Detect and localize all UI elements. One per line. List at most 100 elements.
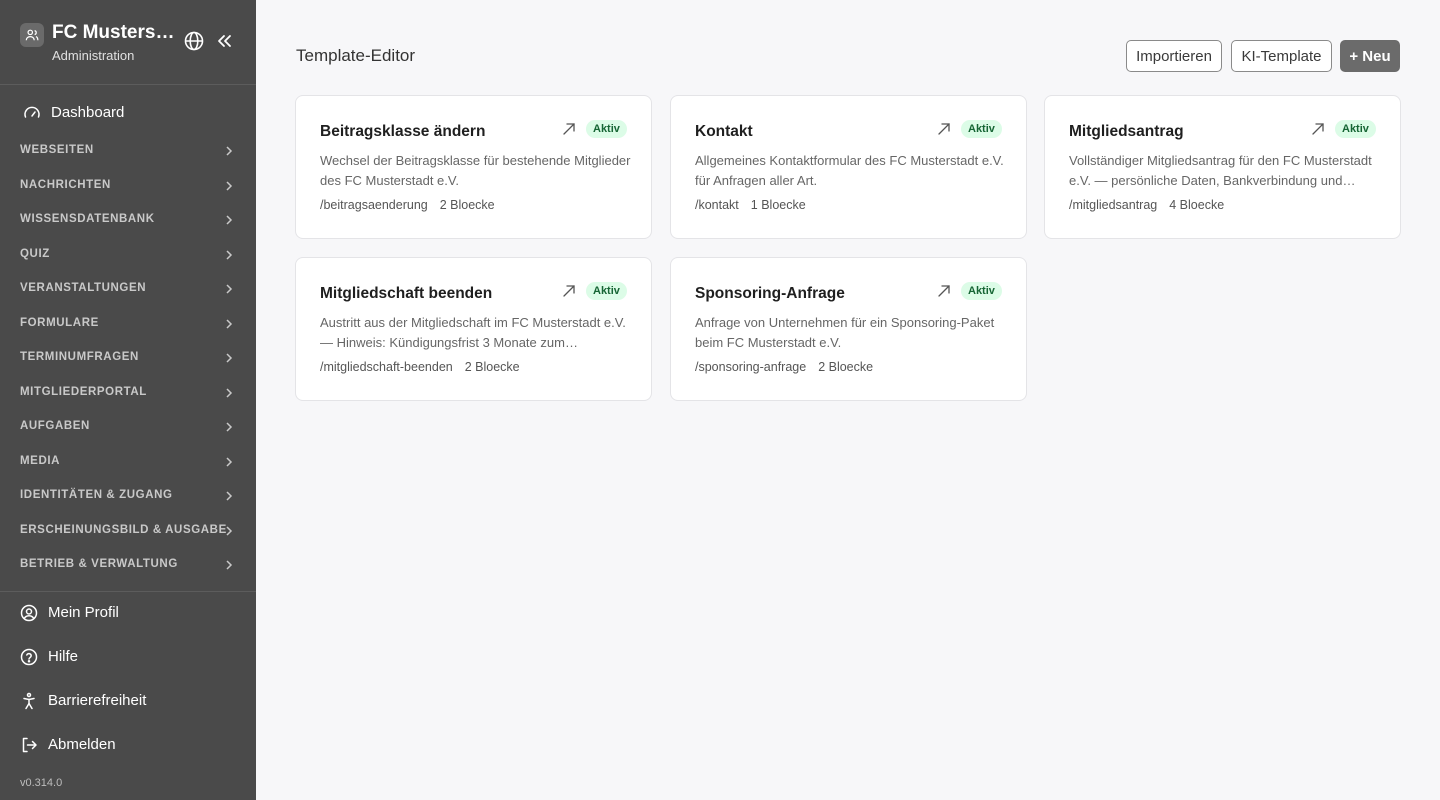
chevron-right-icon	[226, 457, 233, 467]
chevron-right-icon	[226, 422, 233, 432]
ai-template-button[interactable]: KI-Template	[1231, 40, 1332, 72]
nav-section-label: TERMINUMFRAGEN	[20, 351, 139, 363]
template-title: Beitragsklasse ändern	[320, 123, 486, 140]
nav-section-aufgaben[interactable]: AUFGABEN	[0, 412, 256, 442]
template-meta: /mitgliedschaft-beenden 2 Bloecke	[320, 360, 520, 374]
status-badge: Aktiv	[961, 282, 1002, 300]
template-path: /mitgliedschaft-beenden	[320, 360, 453, 374]
nav-section-formulare[interactable]: FORMULARE	[0, 309, 256, 339]
accessibility-icon	[23, 692, 35, 710]
template-blocks: 4 Bloecke	[1169, 198, 1225, 212]
nav-section-label: MEDIA	[20, 455, 61, 467]
users-icon	[25, 29, 39, 41]
template-blocks: 2 Bloecke	[439, 198, 495, 212]
nav-bottom-label: Hilfe	[48, 648, 79, 665]
nav-section-erscheinungsbild[interactable]: ERSCHEINUNGSBILD & AUSGABE	[0, 516, 256, 546]
status-badge: Aktiv	[586, 120, 627, 138]
arrow-up-right-icon[interactable]	[562, 122, 576, 136]
chevron-right-icon	[226, 181, 233, 191]
gauge-icon	[24, 106, 40, 118]
template-description: Austritt aus der Mitgliedschaft im FC Mu…	[320, 315, 626, 350]
template-path: /beitragsaenderung	[320, 198, 428, 212]
nav-section-label: QUIZ	[20, 248, 50, 260]
arrow-up-right-icon[interactable]	[937, 284, 951, 298]
nav-mein-profil[interactable]: Mein Profil	[0, 597, 256, 629]
template-blocks: 2 Bloecke	[818, 360, 874, 374]
nav-section-label: ERSCHEINUNGSBILD & AUSGABE	[20, 524, 227, 536]
template-card[interactable]: Mitgliedschaft beenden Aktiv Austritt au…	[295, 257, 652, 401]
template-meta: /kontakt 1 Bloecke	[695, 198, 806, 212]
template-title: Mitgliedschaft beenden	[320, 285, 493, 302]
sidebar-header: FC Musterstadt e.V. Administration	[0, 0, 256, 85]
import-button[interactable]: Importieren	[1126, 40, 1222, 72]
nav-section-betrieb[interactable]: BETRIEB & VERWALTUNG	[0, 550, 256, 580]
nav-section-wissensdatenbank[interactable]: WISSENSDATENBANK	[0, 205, 256, 235]
nav-hilfe[interactable]: Hilfe	[0, 641, 256, 673]
nav-section-label: FORMULARE	[20, 317, 99, 329]
nav-bottom-label: Abmelden	[48, 736, 116, 753]
nav-section-webseiten[interactable]: WEBSEITEN	[0, 136, 256, 166]
org-name: FC Musterstadt e.V.	[52, 22, 178, 43]
nav-section-nachrichten[interactable]: NACHRICHTEN	[0, 171, 256, 201]
nav-abmelden[interactable]: Abmelden	[0, 729, 256, 761]
chevron-right-icon	[226, 526, 233, 536]
nav-section-label: IDENTITÄTEN & ZUGANG	[20, 489, 173, 501]
template-blocks: 1 Bloecke	[750, 198, 806, 212]
nav-section-label: VERANSTALTUNGEN	[20, 282, 147, 294]
sidebar-divider	[0, 591, 256, 592]
nav-section-label: AUFGABEN	[20, 420, 90, 432]
user-circle-icon	[20, 604, 38, 622]
arrow-up-right-icon[interactable]	[1311, 122, 1325, 136]
chevron-right-icon	[226, 353, 233, 363]
template-path: /kontakt	[695, 198, 739, 212]
template-description: Anfrage von Unternehmen für ein Sponsori…	[695, 315, 995, 350]
template-meta: /mitgliedsantrag 4 Bloecke	[1069, 198, 1224, 212]
template-card[interactable]: Kontakt Aktiv Allgemeines Kontaktformula…	[670, 95, 1027, 239]
nav-bottom-label: Mein Profil	[48, 604, 119, 621]
template-card[interactable]: Beitragsklasse ändern Aktiv Wechsel der …	[295, 95, 652, 239]
template-description: Vollständiger Mitgliedsantrag für den FC…	[1069, 153, 1372, 188]
nav-section-media[interactable]: MEDIA	[0, 447, 256, 477]
template-path: /sponsoring-anfrage	[695, 360, 807, 374]
logout-icon	[22, 737, 37, 753]
nav-section-label: MITGLIEDERPORTAL	[20, 386, 147, 398]
status-badge: Aktiv	[586, 282, 627, 300]
chevron-right-icon	[226, 560, 233, 570]
nav-bottom-label: Barrierefreiheit	[48, 692, 147, 709]
chevrons-left-icon	[218, 35, 231, 47]
page-title: Template-Editor	[296, 46, 416, 65]
nav-dashboard-label: Dashboard	[51, 104, 125, 121]
nav-section-mitgliederportal[interactable]: MITGLIEDERPORTAL	[0, 378, 256, 408]
org-avatar	[20, 23, 44, 47]
chevron-right-icon	[226, 146, 233, 156]
chevron-right-icon	[226, 388, 233, 398]
arrow-up-right-icon[interactable]	[562, 284, 576, 298]
language-button[interactable]	[183, 30, 205, 52]
nav-dashboard[interactable]: Dashboard	[0, 98, 256, 128]
chevron-right-icon	[226, 319, 233, 329]
nav-section-terminumfragen[interactable]: TERMINUMFRAGEN	[0, 343, 256, 373]
template-title: Mitgliedsantrag	[1069, 123, 1184, 140]
nav-section-veranstaltungen[interactable]: VERANSTALTUNGEN	[0, 274, 256, 304]
collapse-sidebar-button[interactable]	[215, 31, 233, 51]
nav-barrierefreiheit[interactable]: Barrierefreiheit	[0, 685, 256, 717]
app-version: v0.314.0	[20, 777, 63, 789]
chevron-right-icon	[226, 284, 233, 294]
template-card[interactable]: Mitgliedsantrag Aktiv Vollständiger Mitg…	[1044, 95, 1401, 239]
template-title: Kontakt	[695, 123, 753, 140]
nav-section-label: WEBSEITEN	[20, 144, 94, 156]
nav-section-identitaeten[interactable]: IDENTITÄTEN & ZUGANG	[0, 481, 256, 511]
template-meta: /beitragsaenderung 2 Bloecke	[320, 198, 495, 212]
new-template-button[interactable]: + Neu	[1340, 40, 1400, 72]
help-circle-icon	[20, 648, 38, 666]
template-description: Allgemeines Kontaktformular des FC Muste…	[695, 153, 1004, 188]
status-badge: Aktiv	[961, 120, 1002, 138]
arrow-up-right-icon[interactable]	[937, 122, 951, 136]
globe-icon	[184, 31, 204, 51]
template-title: Sponsoring-Anfrage	[695, 285, 845, 302]
template-path: /mitgliedsantrag	[1069, 198, 1158, 212]
chevron-right-icon	[226, 250, 233, 260]
status-badge: Aktiv	[1335, 120, 1376, 138]
nav-section-quiz[interactable]: QUIZ	[0, 240, 256, 270]
template-card[interactable]: Sponsoring-Anfrage Aktiv Anfrage von Unt…	[670, 257, 1027, 401]
